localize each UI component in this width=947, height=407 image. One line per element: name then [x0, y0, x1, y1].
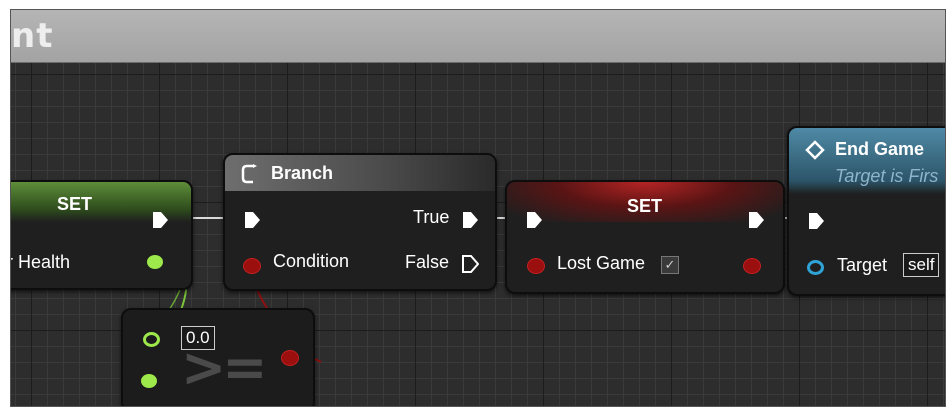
set-lost-exec-in-pin[interactable] [525, 211, 543, 229]
end-game-title: End Game [835, 139, 925, 159]
end-game-exec-in-pin[interactable] [807, 212, 825, 230]
exec-out-pin[interactable] [151, 211, 169, 229]
target-input-pin[interactable] [807, 260, 824, 275]
condition-label: Condition [273, 251, 350, 271]
compare-output-pin[interactable] [281, 350, 299, 366]
lost-game-label: Lost Game [557, 253, 646, 273]
branch-title: Branch [271, 163, 334, 183]
function-diamond-icon [805, 140, 825, 160]
lost-game-output-pin[interactable] [743, 258, 761, 274]
branch-exec-in-pin[interactable] [243, 211, 261, 229]
branch-node[interactable]: Branch True Condition False [223, 153, 497, 291]
branch-icon [241, 164, 257, 184]
lost-game-input-pin[interactable] [527, 258, 545, 274]
compare-input-a-pin[interactable] [143, 332, 160, 347]
set-lost-game-title: SET [627, 196, 663, 216]
branch-false-label: False [405, 252, 450, 272]
set-lost-exec-out-pin[interactable] [747, 211, 765, 229]
branch-header [225, 155, 495, 191]
compare-value-field[interactable]: 0.0 [181, 326, 215, 350]
health-pin-label: er Health [11, 252, 71, 272]
lost-game-checkbox[interactable]: ✓ [661, 256, 679, 274]
target-value-field[interactable]: self [903, 253, 940, 277]
branch-true-label: True [413, 207, 450, 227]
end-game-node[interactable]: End Game Target is Firs Target self [787, 126, 945, 296]
end-game-subtitle: Target is Firs [835, 166, 939, 186]
target-label: Target [837, 255, 888, 275]
branch-false-pin[interactable] [461, 255, 479, 273]
blueprint-editor: nt SET er Health Branch True Condition [10, 9, 946, 407]
set-health-node[interactable]: SET er Health [11, 180, 193, 290]
condition-input-pin[interactable] [243, 258, 261, 274]
set-health-title: SET [57, 194, 93, 214]
branch-true-pin[interactable] [461, 211, 479, 229]
compare-node[interactable]: >= 0.0 [121, 308, 315, 406]
compare-input-b-pin[interactable] [141, 374, 157, 388]
set-lost-game-node[interactable]: SET Lost Game ✓ [505, 180, 785, 294]
health-output-pin[interactable] [147, 255, 163, 269]
